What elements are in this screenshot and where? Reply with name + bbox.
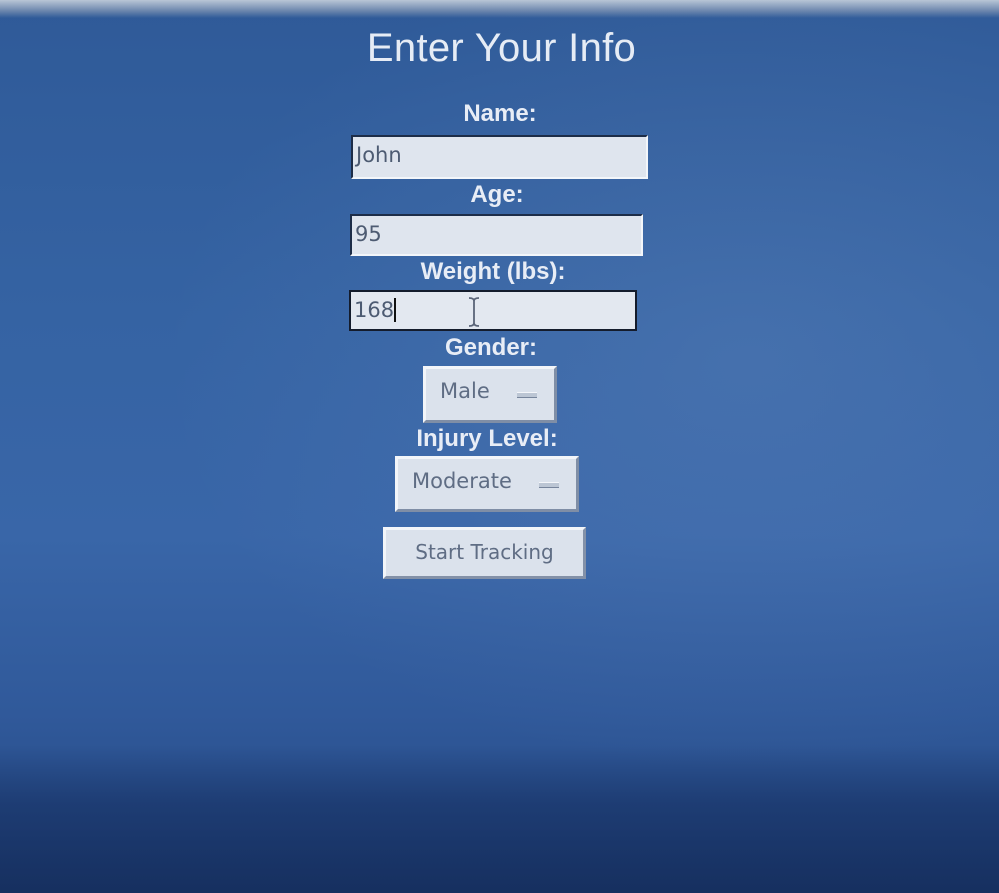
injury-level-label: Injury Level: [416, 425, 558, 452]
weight-label: Weight (lbs): [420, 258, 566, 285]
gender-dropdown[interactable]: Male [423, 366, 557, 423]
weight-input-value: 168 [354, 298, 395, 322]
text-cursor-icon [468, 297, 480, 327]
gender-label: Gender: [444, 334, 537, 361]
name-input-value: John [356, 143, 402, 167]
weight-input[interactable]: 168 [349, 290, 637, 331]
dropdown-indicator-icon [539, 482, 559, 488]
window-top-edge [0, 0, 999, 18]
page-title: Enter Your Info [366, 26, 637, 70]
gender-selected: Male [440, 379, 490, 403]
age-input-value: 95 [355, 222, 382, 246]
age-input[interactable]: 95 [350, 214, 643, 256]
text-caret [394, 297, 397, 322]
dropdown-indicator-icon [517, 392, 537, 398]
age-label: Age: [470, 181, 524, 208]
injury-level-selected: Moderate [412, 469, 512, 493]
name-input[interactable]: John [351, 135, 648, 179]
injury-level-dropdown[interactable]: Moderate [395, 456, 579, 512]
screen-bottom-shade [0, 745, 999, 893]
name-label: Name: [463, 100, 537, 127]
start-tracking-button[interactable]: Start Tracking [383, 527, 586, 579]
